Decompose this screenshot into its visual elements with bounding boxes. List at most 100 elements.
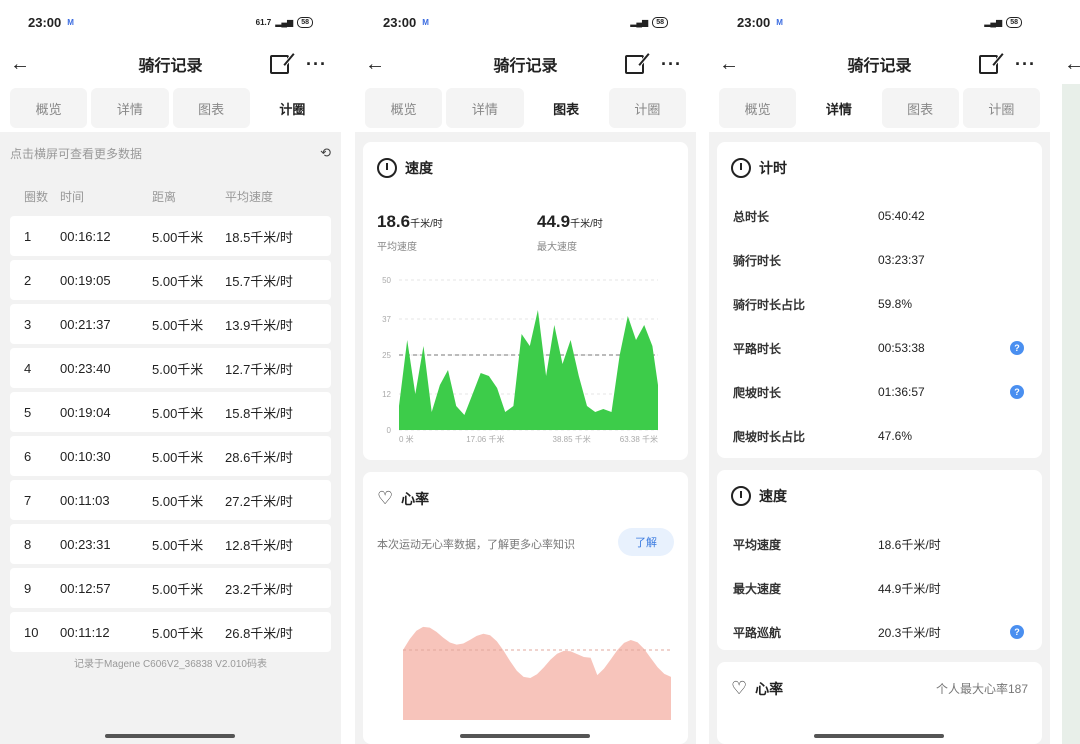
- tab-charts[interactable]: 图表: [172, 88, 250, 128]
- detail-value: 03:23:37: [878, 253, 925, 267]
- max-speed-value: 44.9千米/时: [537, 212, 603, 231]
- battery-icon: 58: [297, 16, 313, 28]
- signal-icon: ▂▄▆: [275, 17, 294, 27]
- table-cell: 00:16:12: [60, 228, 111, 244]
- table-cell: 5: [24, 404, 32, 420]
- max-speed-label: 最大速度: [537, 242, 577, 253]
- speed-card: 速度 18.6千米/时 平均速度 44.9千米/时 最大速度 0 12 25 37 50…: [363, 142, 688, 460]
- y-tick-label: 37: [382, 315, 391, 324]
- back-arrow-icon[interactable]: ←: [365, 53, 385, 76]
- help-icon[interactable]: ?: [1010, 341, 1024, 355]
- table-cell: 12.8千米/时: [225, 537, 293, 553]
- laps-screen: 23:00 M 61.7 ▂▄▆ 58 ← 骑行记录 ··· 概览 详情 图表 计圈…: [0, 0, 341, 744]
- speed-chart[interactable]: 0 12 25 37 50 0 米 17.06 千米 38.85 千米 63.38 千米: [363, 270, 688, 450]
- rotate-icon[interactable]: ⟲: [320, 145, 331, 162]
- speed-detail-card: 速度 平均速度 18.6千米/时 最大速度 44.9千米/时 平路巡航 20.3千米/时?: [717, 470, 1042, 650]
- hr-placeholder-chart: [403, 626, 671, 720]
- home-indicator[interactable]: [460, 734, 590, 738]
- more-icon[interactable]: ···: [1015, 54, 1036, 75]
- detail-label: 平路巡航: [733, 625, 782, 640]
- edit-icon[interactable]: [979, 54, 998, 74]
- tab-details[interactable]: 详情: [91, 88, 169, 128]
- x-tick-label: 63.38 千米: [620, 434, 658, 444]
- status-bar: 23:00 M ▂▄▆ 58: [355, 0, 696, 44]
- timing-card: 计时 总时长 05:40:42 骑行时长 03:23:37 骑行时长占比 59.8% 平路时…: [717, 142, 1042, 458]
- rotate-hint[interactable]: 点击横屏可查看更多数据 ⟲: [10, 145, 331, 162]
- table-row: 5 00:19:04 5.00千米 15.8千米/时: [10, 392, 331, 432]
- x-tick-label: 38.85 千米: [553, 434, 591, 444]
- table-cell: 10: [24, 624, 39, 640]
- edit-icon[interactable]: [270, 54, 289, 74]
- heart-rate-detail-card: ♡ 心率 个人最大心率187: [717, 662, 1042, 744]
- learn-more-button[interactable]: 了解: [618, 528, 674, 556]
- speedometer-icon: [731, 486, 751, 506]
- battery-icon: 58: [652, 16, 668, 28]
- detail-value: 05:40:42: [878, 209, 925, 223]
- tab-laps[interactable]: 计圈: [608, 88, 686, 128]
- table-cell: 8: [24, 536, 32, 552]
- table-cell: 9: [24, 580, 32, 596]
- help-icon[interactable]: ?: [1010, 385, 1024, 399]
- table-cell: 13.9千米/时: [225, 317, 293, 333]
- help-icon[interactable]: ?: [1010, 625, 1024, 639]
- more-icon[interactable]: ···: [306, 54, 327, 75]
- y-tick-label: 0: [387, 426, 392, 435]
- tab-laps[interactable]: 计圈: [962, 88, 1040, 128]
- y-tick-label: 12: [382, 390, 391, 399]
- status-bar: 23:00 M 61.7 ▂▄▆ 58: [0, 0, 341, 44]
- detail-row: 平路时长 00:53:38?: [717, 326, 1042, 370]
- home-indicator[interactable]: [105, 734, 235, 738]
- table-row: 2 00:19:05 5.00千米 15.7千米/时: [10, 260, 331, 300]
- table-cell: 00:11:12: [60, 624, 110, 640]
- table-cell: 12.7千米/时: [225, 361, 293, 377]
- details-screen: 23:00 M ▂▄▆ 58 ← 骑行记录 ··· 概览 详情 图表 计圈 计时 …: [709, 0, 1050, 744]
- table-cell: 00:19:04: [60, 404, 111, 420]
- detail-row: 骑行时长 03:23:37: [717, 238, 1042, 282]
- table-cell: 26.8千米/时: [225, 625, 293, 641]
- tab-laps[interactable]: 计圈: [253, 88, 331, 128]
- tab-charts[interactable]: 图表: [527, 88, 605, 128]
- map-screen-edge: ←: [1062, 0, 1080, 744]
- device-footer: 记录于Magene C606V2_36838 V2.010码表: [74, 659, 267, 670]
- tab-overview[interactable]: 概览: [365, 88, 443, 128]
- table-row: 9 00:12:57 5.00千米 23.2千米/时: [10, 568, 331, 608]
- table-row: 8 00:23:31 5.00千米 12.8千米/时: [10, 524, 331, 564]
- table-cell: 00:21:37: [60, 316, 111, 332]
- tab-overview[interactable]: 概览: [10, 88, 88, 128]
- battery-icon: 58: [1006, 16, 1022, 28]
- table-cell: 5.00千米: [152, 361, 204, 377]
- back-arrow-icon[interactable]: ←: [1064, 53, 1080, 76]
- tab-overview[interactable]: 概览: [719, 88, 797, 128]
- table-row: 4 00:23:40 5.00千米 12.7千米/时: [10, 348, 331, 388]
- detail-label: 平路时长: [733, 341, 782, 356]
- table-cell: 27.2千米/时: [225, 493, 293, 509]
- detail-value: 47.6%: [878, 429, 913, 443]
- detail-row: 最大速度 44.9千米/时: [717, 566, 1042, 610]
- hr-placeholder-area: [403, 626, 671, 720]
- detail-value: 18.6千米/时: [878, 537, 941, 552]
- table-row: 7 00:11:03 5.00千米 27.2千米/时: [10, 480, 331, 520]
- edit-icon[interactable]: [625, 54, 644, 74]
- laps-table: 圈数 时间 距离 平均速度 1 00:16:12 5.00千米 18.5千米/时 2 00…: [10, 176, 331, 656]
- top-bar: ← 骑行记录 ···: [0, 44, 341, 84]
- tab-charts[interactable]: 图表: [881, 88, 959, 128]
- table-cell: 4: [24, 360, 32, 376]
- signal-icon: ▂▄▆: [630, 17, 649, 27]
- y-tick-label: 25: [382, 351, 391, 360]
- tab-details[interactable]: 详情: [446, 88, 524, 128]
- home-indicator[interactable]: [814, 734, 944, 738]
- table-cell: 28.6千米/时: [225, 449, 293, 465]
- heart-rate-icon: ♡: [377, 488, 394, 508]
- hd-icon: M: [67, 17, 74, 27]
- detail-row: 总时长 05:40:42: [717, 194, 1042, 238]
- hr-card-title: 心率: [401, 490, 430, 507]
- back-arrow-icon[interactable]: ←: [10, 53, 30, 76]
- table-cell: 5.00千米: [152, 405, 204, 421]
- more-icon[interactable]: ···: [661, 54, 682, 75]
- tab-details[interactable]: 详情: [800, 88, 878, 128]
- speed-area-series: [399, 310, 658, 430]
- table-cell: 5.00千米: [152, 537, 204, 553]
- back-arrow-icon[interactable]: ←: [719, 53, 739, 76]
- detail-row: 爬坡时长 01:36:57?: [717, 370, 1042, 414]
- table-cell: 1: [24, 228, 32, 244]
